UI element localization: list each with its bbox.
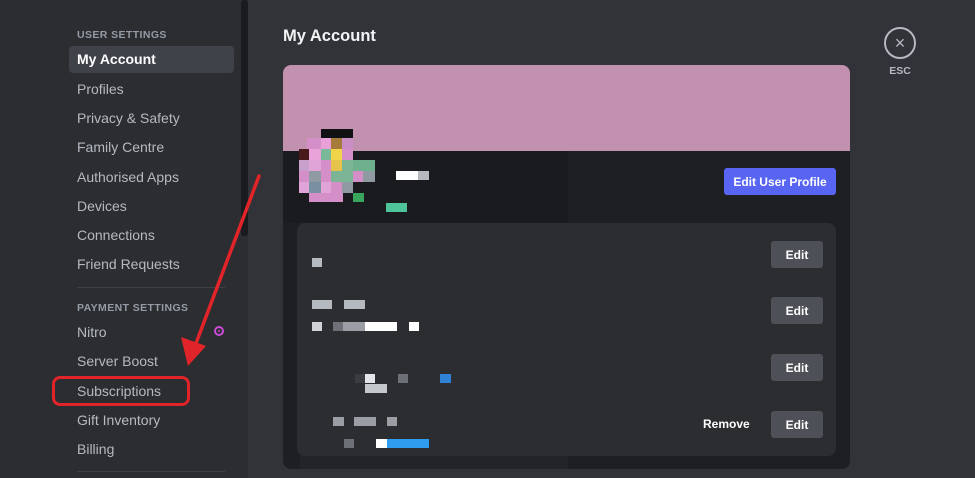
sidebar-divider (77, 471, 225, 472)
nitro-icon (214, 326, 224, 336)
edit-email-button[interactable]: Edit (771, 354, 823, 381)
sidebar-scrollbar[interactable] (241, 0, 248, 236)
sidebar-item-devices[interactable]: Devices (69, 193, 234, 220)
page-title: My Account (283, 27, 376, 45)
sidebar-item-my-account[interactable]: My Account (69, 46, 234, 73)
user-settings-header: USER SETTINGS (77, 29, 167, 41)
account-card: Edit User Profile Edit Edit Edit Remove … (283, 65, 850, 469)
sidebar-item-server-boost[interactable]: Server Boost (69, 348, 234, 375)
esc-label: ESC (889, 65, 911, 77)
redacted-tag (386, 203, 407, 212)
remove-phone-link[interactable]: Remove (703, 417, 750, 431)
sidebar-item-gift-inventory[interactable]: Gift Inventory (69, 407, 234, 434)
edit-user-profile-button[interactable]: Edit User Profile (724, 168, 836, 195)
sidebar-item-family-centre[interactable]: Family Centre (69, 134, 234, 161)
account-info-panel: Edit Edit Edit Remove Edit (297, 223, 836, 456)
sidebar-item-privacy-safety[interactable]: Privacy & Safety (69, 105, 234, 132)
sidebar-item-profiles[interactable]: Profiles (69, 76, 234, 103)
redacted-username (396, 171, 418, 180)
redacted-field-value (365, 384, 387, 393)
sidebar-item-billing[interactable]: Billing (69, 436, 234, 463)
sidebar-item-connections[interactable]: Connections (69, 222, 234, 249)
avatar[interactable] (297, 127, 377, 207)
edit-username-button[interactable]: Edit (771, 297, 823, 324)
sidebar-divider (77, 287, 225, 288)
edit-display-name-button[interactable]: Edit (771, 241, 823, 268)
edit-phone-button[interactable]: Edit (771, 411, 823, 438)
redacted-field-value (312, 258, 322, 267)
sidebar-item-authorised-apps[interactable]: Authorised Apps (69, 164, 234, 191)
annotation-highlight-box (52, 376, 190, 406)
payment-settings-header: PAYMENT SETTINGS (77, 302, 189, 314)
sidebar-item-nitro[interactable]: Nitro (69, 319, 234, 346)
sidebar-item-friend-requests[interactable]: Friend Requests (69, 251, 234, 278)
redacted-field-value (365, 322, 397, 331)
settings-sidebar: USER SETTINGS My Account Profiles Privac… (0, 0, 248, 478)
close-icon[interactable]: × (884, 27, 916, 59)
redacted-field-value (387, 439, 429, 448)
